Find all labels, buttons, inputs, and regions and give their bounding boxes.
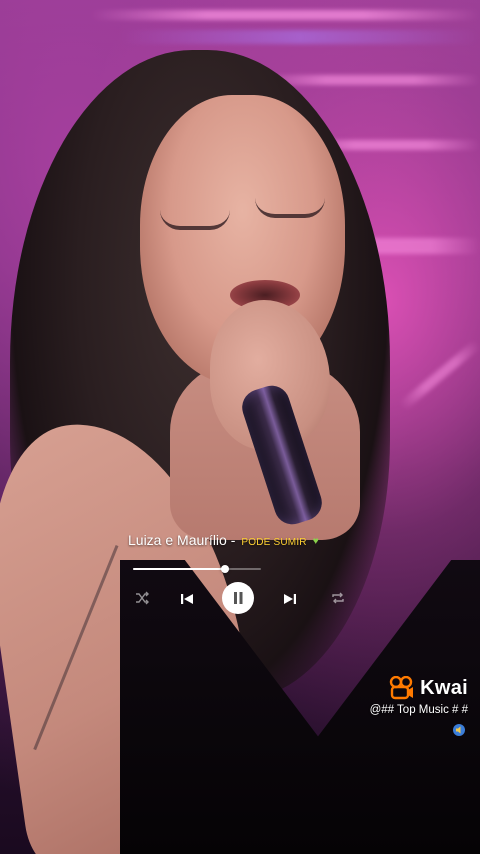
kwai-logo-icon xyxy=(389,676,414,700)
playback-controls xyxy=(128,582,358,616)
video-screen[interactable]: Luiza e Maurílio - PODE SUMIR ♥ Kwai @##… xyxy=(0,0,480,854)
shuffle-icon[interactable] xyxy=(134,590,150,606)
stage-light xyxy=(90,10,480,20)
green-heart-icon: ♥ xyxy=(312,536,319,547)
skip-previous-icon[interactable] xyxy=(178,590,196,608)
repeat-icon[interactable] xyxy=(330,590,346,606)
stage-light xyxy=(120,30,480,44)
pause-icon xyxy=(234,592,243,604)
skip-next-icon[interactable] xyxy=(281,590,299,608)
progress-bar[interactable] xyxy=(133,565,261,573)
progress-handle[interactable] xyxy=(221,565,230,573)
pause-button[interactable] xyxy=(222,582,254,614)
speaker-icon[interactable] xyxy=(452,723,466,737)
kwai-brand-name: Kwai xyxy=(420,676,468,699)
kwai-user-handle: @## Top Music # # xyxy=(369,704,468,716)
music-player-overlay: Luiza e Maurílio - PODE SUMIR ♥ xyxy=(128,532,358,632)
kwai-watermark: Kwai @## Top Music # # xyxy=(370,676,468,716)
kwai-brand: Kwai xyxy=(370,676,468,700)
track-info[interactable]: Luiza e Maurílio - PODE SUMIR ♥ xyxy=(128,532,319,548)
track-artist: Luiza e Maurílio - xyxy=(128,532,236,548)
singer-eye xyxy=(255,198,325,218)
stage-light xyxy=(260,75,480,85)
track-title: PODE SUMIR xyxy=(241,537,307,548)
singer-eye xyxy=(160,210,230,230)
progress-fill xyxy=(133,568,226,570)
